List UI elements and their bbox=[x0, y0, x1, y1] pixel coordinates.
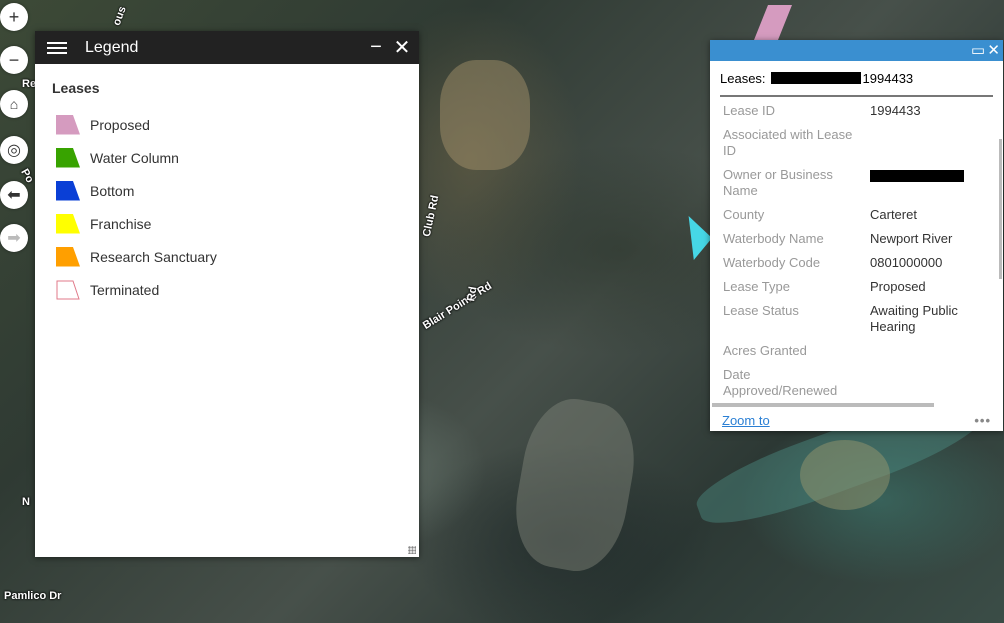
redaction-bar bbox=[770, 72, 861, 84]
attribute-row: County Carteret bbox=[723, 207, 1003, 223]
legend-item: Terminated bbox=[52, 273, 402, 306]
attribute-key: County bbox=[723, 207, 765, 222]
road-label-blair-pointe: Blair Pointe Rd bbox=[420, 280, 495, 332]
road-label-club: Club Rd bbox=[420, 194, 442, 238]
attribute-key: Waterbody Name bbox=[723, 231, 824, 246]
terminated-swatch bbox=[56, 280, 80, 299]
road-label-n: N bbox=[22, 496, 30, 508]
attribute-key: Date Approved/Renewed bbox=[723, 367, 838, 398]
legend-item: Franchise bbox=[52, 207, 402, 240]
attribute-value: 1994433 bbox=[870, 103, 921, 118]
legend-item-label: Terminated bbox=[90, 281, 160, 298]
zoom-in-button[interactable]: + bbox=[0, 3, 28, 31]
popup-footer: Zoom to ••• bbox=[710, 409, 1003, 431]
attribute-key: Lease Status bbox=[723, 303, 799, 318]
legend-item: Proposed bbox=[52, 108, 402, 141]
attribute-row: Acres Granted bbox=[723, 343, 1003, 359]
maximize-button[interactable]: ▭ bbox=[971, 41, 985, 59]
legend-header: Legend − ✕ bbox=[35, 31, 419, 64]
legend-title: Legend bbox=[85, 38, 139, 56]
attribute-key: Acres Granted bbox=[723, 343, 807, 358]
vertical-scrollbar[interactable] bbox=[999, 139, 1002, 279]
legend-item-label: Bottom bbox=[90, 182, 135, 199]
attribute-value: Carteret bbox=[870, 207, 917, 222]
attribute-value: Newport River bbox=[870, 231, 953, 246]
attribute-value bbox=[870, 167, 980, 199]
attribute-row: Associated with Lease ID bbox=[723, 127, 1003, 159]
legend-item-label: Water Column bbox=[90, 149, 179, 166]
arrow-left-icon: ⬅ bbox=[7, 187, 21, 204]
zoom-out-button[interactable]: − bbox=[0, 46, 28, 74]
home-icon: ⌂ bbox=[9, 96, 19, 112]
feature-popup: ▭ ✕ Leases: 1994433 Lease ID 1994433 Ass… bbox=[710, 40, 1003, 431]
horizontal-scrollbar[interactable] bbox=[712, 403, 934, 407]
selected-lease-polygon[interactable] bbox=[688, 216, 712, 260]
attribute-row: Waterbody Code 0801000000 bbox=[723, 255, 1003, 271]
popup-title-prefix: Leases: bbox=[720, 70, 766, 86]
legend-item: Water Column bbox=[52, 141, 402, 174]
popup-close-button[interactable]: ✕ bbox=[987, 41, 1000, 59]
locate-button[interactable]: ◎ bbox=[0, 136, 28, 164]
attribute-key: Lease Type bbox=[723, 279, 790, 294]
attribute-value bbox=[870, 343, 980, 359]
attribute-row: Owner or Business Name bbox=[723, 167, 1003, 199]
attribute-row: Waterbody Name Newport River bbox=[723, 231, 1003, 247]
proposed-swatch bbox=[56, 114, 80, 135]
legend-item-label: Proposed bbox=[90, 116, 150, 133]
road-label-pamlico: Pamlico Dr bbox=[4, 590, 62, 602]
attribute-row: Date Approved/Renewed bbox=[723, 367, 1003, 399]
road-label-re: Re bbox=[22, 78, 37, 90]
legend-item-label: Franchise bbox=[90, 215, 152, 232]
resize-handle[interactable] bbox=[408, 546, 416, 554]
attribute-value: 0801000000 bbox=[870, 255, 943, 270]
attribute-value bbox=[870, 127, 980, 159]
bottom-swatch bbox=[56, 180, 80, 201]
more-options-button[interactable]: ••• bbox=[974, 413, 991, 428]
legend-group-title: Leases bbox=[52, 80, 100, 96]
list-icon bbox=[47, 39, 67, 57]
previous-extent-button[interactable]: ⬅ bbox=[0, 181, 28, 209]
popup-titlebar: ▭ ✕ bbox=[710, 40, 1003, 61]
road-label-rd: Rd bbox=[465, 285, 480, 303]
popup-title-id: 1994433 bbox=[862, 70, 914, 86]
close-button[interactable]: ✕ bbox=[389, 35, 415, 60]
next-extent-button[interactable]: ➡ bbox=[0, 224, 28, 252]
attribute-key: Lease ID bbox=[723, 103, 776, 118]
proposed-lease-polygon[interactable] bbox=[752, 5, 792, 45]
franchise-swatch bbox=[56, 213, 80, 234]
minimize-button[interactable]: − bbox=[363, 36, 389, 59]
attribute-key: Associated with Lease ID bbox=[723, 127, 853, 158]
locate-icon: ◎ bbox=[7, 142, 21, 159]
attribute-table[interactable]: Lease ID 1994433 Associated with Lease I… bbox=[710, 97, 1003, 403]
attribute-row: Lease Type Proposed bbox=[723, 279, 1003, 295]
legend-item: Research Sanctuary bbox=[52, 240, 402, 273]
attribute-value bbox=[870, 367, 980, 399]
legend-item-label: Research Sanctuary bbox=[90, 248, 217, 265]
legend-item: Bottom bbox=[52, 174, 402, 207]
attribute-key: Waterbody Code bbox=[723, 255, 821, 270]
attribute-value: Proposed bbox=[870, 279, 926, 294]
home-button[interactable]: ⌂ bbox=[0, 90, 28, 118]
attribute-row: Lease Status Awaiting Public Hearing bbox=[723, 303, 1003, 335]
legend-panel: Legend − ✕ Leases Proposed Water Column … bbox=[35, 31, 419, 557]
arrow-right-icon: ➡ bbox=[7, 230, 21, 247]
popup-title: Leases: 1994433 bbox=[720, 61, 993, 97]
attribute-row: Lease ID 1994433 bbox=[723, 103, 1003, 119]
zoom-to-link[interactable]: Zoom to bbox=[722, 413, 974, 428]
research-sanctuary-swatch bbox=[56, 246, 80, 267]
attribute-key: Owner or Business Name bbox=[723, 167, 833, 198]
attribute-value: Awaiting Public Hearing bbox=[870, 303, 958, 334]
redaction-bar bbox=[870, 169, 964, 182]
water-column-swatch bbox=[56, 147, 80, 168]
road-label-ous: ous bbox=[110, 4, 129, 28]
